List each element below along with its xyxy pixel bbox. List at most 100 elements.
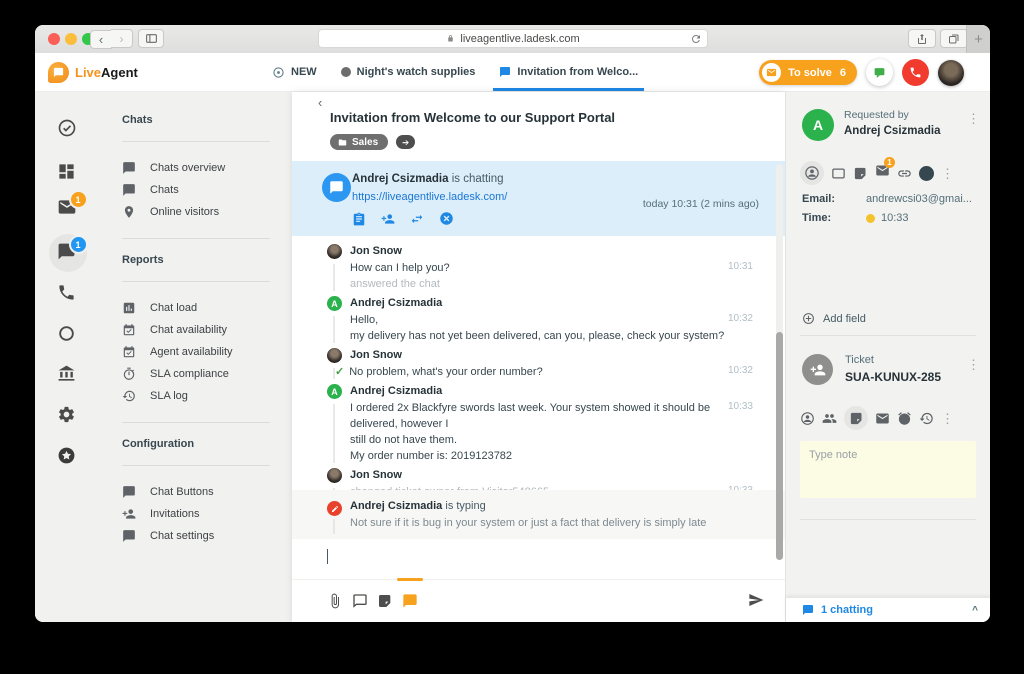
rail-item-chats-active[interactable]: 1	[57, 235, 88, 264]
attach-file-icon[interactable]	[327, 593, 343, 609]
divider	[800, 519, 976, 520]
requester-menu-icon[interactable]: ⋮	[967, 112, 980, 125]
menu-item-label: Chats overview	[150, 162, 226, 174]
agent-avatar[interactable]	[938, 59, 964, 86]
ring-icon	[57, 324, 76, 343]
transfer-chat-icon[interactable]	[410, 212, 424, 226]
mail-icon[interactable]	[875, 411, 890, 426]
send-icon[interactable]	[748, 592, 764, 608]
menu-item-label: SLA log	[150, 390, 188, 402]
card-icon[interactable]	[831, 166, 846, 181]
rail-item-tickets[interactable]: 1	[57, 190, 88, 219]
link-icon[interactable]	[897, 166, 912, 181]
typing-name: Andrej Csizmadia	[350, 500, 443, 512]
menu-item-chats[interactable]: Chats	[122, 179, 270, 201]
note-input[interactable]	[800, 441, 976, 498]
ticket-card: Ticket SUA-KUNUX-285	[802, 354, 941, 385]
tab-label: NEW	[291, 66, 317, 78]
logo-agent-text: Agent	[101, 65, 138, 80]
browser-back-button[interactable]: ‹	[90, 30, 112, 49]
note-tab-selected[interactable]	[844, 406, 868, 430]
sidebar-toggle-icon[interactable]	[138, 29, 164, 48]
message-author: Jon Snow	[350, 245, 402, 257]
more-actions-icon[interactable]: ⋮	[941, 412, 954, 425]
chat-message: Jon Snow changed ticket owner from Visit…	[327, 467, 753, 490]
banner-actions	[352, 211, 761, 226]
menu-item-agent-availability[interactable]: Agent availability	[122, 341, 270, 363]
chatting-count-label: 1 chatting	[821, 604, 873, 616]
tab-invitation-active[interactable]: Invitation from Welco...	[493, 53, 645, 91]
invite-agent-icon[interactable]	[381, 212, 395, 226]
menu-item-sla-compliance[interactable]: SLA compliance	[122, 363, 270, 385]
menu-item-chat-load[interactable]: Chat load	[122, 297, 270, 319]
dashboard-icon	[57, 162, 76, 181]
tab-overview-button[interactable]	[940, 29, 968, 48]
rail-item-settings[interactable]	[57, 405, 79, 427]
rail-item-calls[interactable]	[57, 283, 79, 305]
chatting-footer[interactable]: 1 chatting ^	[786, 597, 990, 622]
tag-row: Sales	[330, 134, 759, 150]
tabs-icon	[948, 33, 960, 45]
menu-item-invitations[interactable]: Invitations	[122, 503, 270, 525]
requester-mail-tab[interactable]: 1	[875, 157, 895, 183]
more-actions-icon[interactable]: ⋮	[941, 167, 954, 180]
rail-item-resolve[interactable]	[57, 118, 79, 140]
calls-button[interactable]	[902, 59, 929, 86]
scrollbar-thumb[interactable]	[776, 332, 783, 560]
chevron-up-icon[interactable]: ^	[972, 605, 978, 616]
contact-card-icon[interactable]	[352, 212, 366, 226]
note-icon[interactable]	[377, 593, 393, 609]
andrej-avatar: A	[327, 296, 342, 311]
visitor-chat-avatar	[322, 173, 351, 202]
tab-new[interactable]: NEW	[272, 53, 317, 91]
to-solve-button[interactable]: To solve 6	[759, 60, 857, 85]
menu-item-chat-availability[interactable]: Chat availability	[122, 319, 270, 341]
end-chat-icon[interactable]	[439, 211, 454, 226]
new-tab-label: +	[974, 30, 983, 48]
department-tag[interactable]: Sales	[330, 134, 389, 150]
browser-forward-button[interactable]: ›	[111, 29, 133, 48]
history-icon[interactable]	[919, 411, 934, 426]
typing-indicator: Andrej Csizmadia is typing Not sure if i…	[292, 490, 785, 539]
rail-item-online[interactable]	[57, 324, 79, 346]
note-icon[interactable]	[853, 166, 868, 181]
menu-item-chats-overview[interactable]: Chats overview	[122, 157, 270, 179]
tab-nights-watch-supplies[interactable]: Night's watch supplies	[340, 53, 475, 91]
rail-item-dashboard[interactable]	[57, 162, 79, 184]
ticket-menu-icon[interactable]: ⋮	[967, 358, 980, 371]
share-button[interactable]	[908, 29, 936, 48]
time-value: 10:33	[881, 212, 909, 224]
reload-icon[interactable]	[690, 33, 702, 45]
close-window-button[interactable]	[48, 33, 60, 45]
minimize-window-button[interactable]	[65, 33, 77, 45]
back-chevron-icon[interactable]: ‹	[318, 96, 322, 109]
add-field-button[interactable]: Add field	[802, 312, 866, 325]
chat-reply-icon[interactable]	[402, 593, 418, 609]
requester-card: A Requested by Andrej Csizmadia	[802, 109, 941, 141]
menu-item-online-visitors[interactable]: Online visitors	[122, 201, 270, 223]
chat-icon	[122, 183, 136, 197]
people-icon[interactable]	[822, 411, 837, 426]
rail-item-upgrade[interactable]	[57, 446, 79, 468]
phone-icon	[909, 66, 922, 79]
visitor-avatar-icon[interactable]	[919, 165, 934, 181]
address-bar[interactable]: liveagentlive.ladesk.com	[318, 29, 708, 48]
andrej-avatar: A	[327, 384, 342, 399]
menu-item-label: Chat Buttons	[150, 486, 214, 498]
new-tab-button[interactable]: +	[966, 25, 990, 53]
menu-item-chat-settings[interactable]: Chat settings	[122, 525, 270, 547]
move-department-button[interactable]	[396, 135, 416, 149]
liveagent-logo[interactable]: LiveAgent	[48, 62, 138, 83]
rail-item-knowledgebase[interactable]	[57, 364, 79, 386]
canned-message-icon[interactable]	[352, 593, 368, 609]
chats-status-button[interactable]	[866, 59, 893, 86]
email-value: andrewcsi03@gmai...	[866, 193, 972, 205]
reply-input[interactable]	[292, 539, 785, 579]
profile-tab-selected[interactable]	[800, 161, 824, 185]
header-actions: To solve 6	[759, 59, 964, 86]
menu-item-sla-log[interactable]: SLA log	[122, 385, 270, 407]
person-icon[interactable]	[800, 411, 815, 426]
menu-item-label: SLA compliance	[150, 368, 229, 380]
alarm-icon[interactable]	[897, 411, 912, 426]
menu-item-chat-buttons[interactable]: Chat Buttons	[122, 481, 270, 503]
